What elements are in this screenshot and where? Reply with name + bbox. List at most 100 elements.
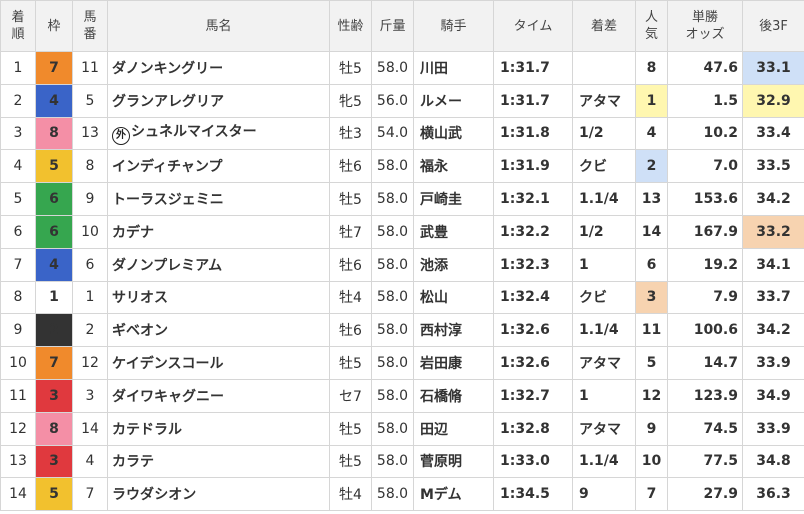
horse-name-text[interactable]: シュネルマイスター — [131, 124, 257, 140]
waku-badge: 6 — [35, 214, 73, 249]
sex-age-cell: 牡5 — [329, 182, 372, 216]
table-row: 1 7 11 ダノンキングリー 牡5 58.0 川田 1:31.7 8 47.6 33.1 — [0, 51, 804, 85]
weight-cell: 58.0 — [371, 247, 414, 282]
time-cell: 1:31.9 — [493, 149, 573, 184]
umaban-cell: 12 — [72, 346, 108, 380]
jockey-link[interactable]: 石橋脩 — [413, 378, 494, 413]
margin-cell: クビ — [572, 149, 636, 184]
last3f-cell: 33.1 — [742, 51, 804, 85]
result-body: 1 7 11 ダノンキングリー 牡5 58.0 川田 1:31.7 8 47.6 33.1 2 4 5 グラ… — [0, 51, 804, 512]
time-cell: 1:32.3 — [493, 247, 573, 282]
table-row: 3 8 13 外シュネルマイスター 牡3 54.0 横山武 1:31.8 1/2 4 10.2 33.… — [0, 116, 804, 151]
waku-badge: 7 — [35, 346, 73, 380]
weight-cell: 56.0 — [371, 83, 414, 118]
last3f-cell: 33.4 — [742, 116, 804, 151]
odds-cell: 19.2 — [667, 247, 743, 282]
odds-cell: 153.6 — [667, 182, 743, 216]
popularity-cell: 6 — [635, 247, 668, 282]
odds-cell: 7.0 — [667, 149, 743, 184]
horse-name-link[interactable]: カデナ — [107, 214, 330, 249]
waku-badge: 8 — [35, 116, 73, 151]
last3f-cell: 33.7 — [742, 280, 804, 315]
time-cell: 1:31.7 — [493, 51, 573, 85]
jockey-link[interactable]: 西村淳 — [413, 313, 494, 348]
jockey-link[interactable]: 横山武 — [413, 116, 494, 151]
horse-name-link[interactable]: カテドラル — [107, 411, 330, 446]
margin-cell: 1.1/4 — [572, 444, 636, 479]
margin-cell: 1/2 — [572, 214, 636, 249]
header-horse: 馬名 — [107, 0, 330, 52]
jockey-link[interactable]: 松山 — [413, 280, 494, 315]
header-rank: 着順 — [0, 0, 36, 52]
time-cell: 1:32.1 — [493, 182, 573, 216]
odds-cell: 123.9 — [667, 378, 743, 413]
time-cell: 1:31.7 — [493, 83, 573, 118]
popularity-cell: 10 — [635, 444, 668, 479]
odds-cell: 10.2 — [667, 116, 743, 151]
odds-cell: 27.9 — [667, 477, 743, 512]
popularity-cell: 1 — [635, 83, 668, 118]
jockey-link[interactable]: 武豊 — [413, 214, 494, 249]
jockey-link[interactable]: 福永 — [413, 149, 494, 184]
odds-cell: 100.6 — [667, 313, 743, 348]
popularity-cell: 5 — [635, 346, 668, 380]
last3f-cell: 34.9 — [742, 378, 804, 413]
waku-badge: 5 — [35, 477, 73, 512]
jockey-link[interactable]: 菅原明 — [413, 444, 494, 479]
sex-age-cell: 牡6 — [329, 313, 372, 348]
popularity-cell: 7 — [635, 477, 668, 512]
horse-name-link[interactable]: ダイワキャグニー — [107, 378, 330, 413]
table-row: 2 4 5 グランアレグリア 牝5 56.0 ルメー 1:31.7 アタマ 1 1.5 32.9 — [0, 83, 804, 118]
horse-name-link[interactable]: ラウダシオン — [107, 477, 330, 512]
umaban-cell: 5 — [72, 83, 108, 118]
horse-name-link[interactable]: トーラスジェミニ — [107, 182, 330, 216]
horse-name-link[interactable]: グランアレグリア — [107, 83, 330, 118]
horse-name-link[interactable]: ケイデンスコール — [107, 346, 330, 380]
margin-cell: アタマ — [572, 346, 636, 380]
rank-cell: 14 — [0, 477, 36, 512]
header-umaban: 馬番 — [72, 0, 108, 52]
jockey-link[interactable]: 池添 — [413, 247, 494, 282]
rank-cell: 11 — [0, 378, 36, 413]
horse-name-link[interactable]: ダノンキングリー — [107, 51, 330, 85]
header-row: 着順 枠 馬番 馬名 性齢 斤量 騎手 タイム 着差 人気 単勝 オッズ 後3F — [0, 0, 804, 52]
table-row: 7 4 6 ダノンプレミアム 牡6 58.0 池添 1:32.3 1 6 19.2 34.1 — [0, 247, 804, 282]
umaban-cell: 1 — [72, 280, 108, 315]
popularity-cell: 4 — [635, 116, 668, 151]
table-row: 5 6 9 トーラスジェミニ 牡5 58.0 戸崎圭 1:32.1 1.1/4 13 153.6 34… — [0, 182, 804, 216]
horse-name-link[interactable]: ダノンプレミアム — [107, 247, 330, 282]
jockey-link[interactable]: 岩田康 — [413, 346, 494, 380]
jockey-link[interactable]: 戸崎圭 — [413, 182, 494, 216]
margin-cell: アタマ — [572, 83, 636, 118]
rank-cell: 6 — [0, 214, 36, 249]
jockey-link[interactable]: ルメー — [413, 83, 494, 118]
table-row: 10 7 12 ケイデンスコール 牡5 58.0 岩田康 1:32.6 アタマ 5 14.7 33.9 — [0, 346, 804, 380]
waku-badge: 8 — [35, 411, 73, 446]
waku-badge: 2 — [35, 313, 73, 348]
umaban-cell: 7 — [72, 477, 108, 512]
umaban-cell: 9 — [72, 182, 108, 216]
waku-badge: 5 — [35, 149, 73, 184]
umaban-cell: 3 — [72, 378, 108, 413]
horse-name-link[interactable]: カラテ — [107, 444, 330, 479]
odds-cell: 7.9 — [667, 280, 743, 315]
foreign-horse-icon: 外 — [112, 127, 130, 146]
jockey-link[interactable]: 田辺 — [413, 411, 494, 446]
waku-badge: 4 — [35, 83, 73, 118]
weight-cell: 58.0 — [371, 444, 414, 479]
last3f-cell: 36.3 — [742, 477, 804, 512]
jockey-link[interactable]: Mデム — [413, 477, 494, 512]
horse-name-link[interactable]: インディチャンプ — [107, 149, 330, 184]
last3f-cell: 34.2 — [742, 313, 804, 348]
time-cell: 1:34.5 — [493, 477, 573, 512]
odds-cell: 167.9 — [667, 214, 743, 249]
weight-cell: 58.0 — [371, 378, 414, 413]
horse-name-link[interactable]: ギベオン — [107, 313, 330, 348]
jockey-link[interactable]: 川田 — [413, 51, 494, 85]
sex-age-cell: 牡3 — [329, 116, 372, 151]
popularity-cell: 12 — [635, 378, 668, 413]
horse-name-link[interactable]: 外シュネルマイスター — [107, 116, 330, 151]
sex-age-cell: 牡5 — [329, 444, 372, 479]
rank-cell: 10 — [0, 346, 36, 380]
horse-name-link[interactable]: サリオス — [107, 280, 330, 315]
